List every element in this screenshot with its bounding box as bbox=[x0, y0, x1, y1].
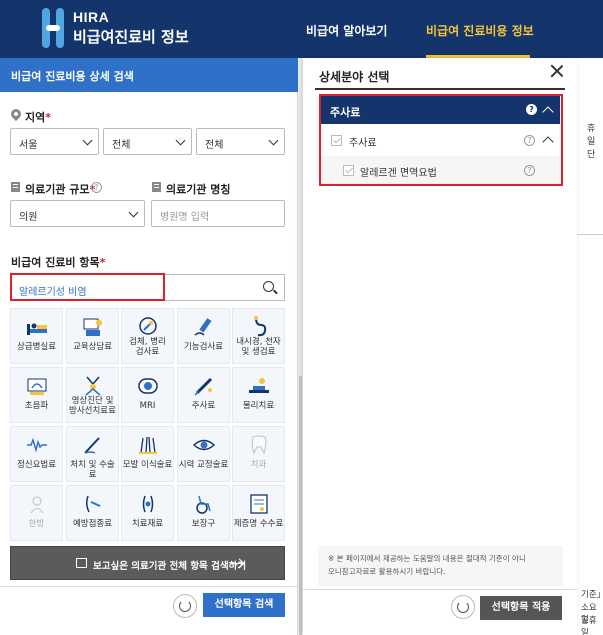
help-icon[interactable]: ? bbox=[91, 182, 102, 193]
category-certificate[interactable]: 제증명 수수료 bbox=[232, 485, 285, 541]
category-imaging[interactable]: 영상진단 및 방사선치료료 bbox=[66, 367, 119, 423]
vaccine-icon bbox=[85, 495, 101, 513]
region-district-select[interactable]: 전체 bbox=[103, 128, 192, 155]
hospital-bed-icon bbox=[27, 323, 47, 335]
herbal-icon bbox=[30, 496, 44, 514]
category-surgery[interactable]: 처치 및 수술료 bbox=[66, 426, 119, 482]
search-panel: 비급여 진료비용 상세 검색 지역* 서울 전체 전체 의료기관 규모* ? 의… bbox=[0, 58, 298, 635]
scale-select[interactable]: 의원 bbox=[10, 200, 145, 227]
eye-icon bbox=[192, 439, 216, 451]
category-injection[interactable]: 주사료 bbox=[177, 367, 230, 423]
category-materials[interactable]: 치료재료 bbox=[121, 485, 174, 541]
footer-divider bbox=[0, 586, 298, 587]
category-hair-transplant[interactable]: 모발 이식술료 bbox=[121, 426, 174, 482]
category-vaccination[interactable]: 예방접종료 bbox=[66, 485, 119, 541]
building-icon bbox=[11, 182, 20, 192]
certificate-icon bbox=[250, 494, 268, 514]
syringe-icon bbox=[194, 377, 213, 396]
region-label: 지역* bbox=[25, 111, 52, 124]
consultation-icon bbox=[83, 318, 102, 336]
search-icon[interactable] bbox=[263, 281, 274, 292]
endoscope-icon bbox=[254, 316, 267, 337]
document-icon bbox=[76, 558, 87, 568]
category-education[interactable]: 교육상담료 bbox=[66, 308, 119, 364]
category-room-fee[interactable]: 상급병실료 bbox=[10, 308, 63, 364]
category-endoscopy[interactable]: 내시경, 천자 및 생검료 bbox=[232, 308, 285, 364]
background-page: 휴일단 기준」 소요일 공휴일 bbox=[577, 58, 603, 635]
category-grid: 상급병실료 교육상담료 검체, 병리 검사료 기능검사료 내시경, 천자 및 생… bbox=[10, 308, 285, 541]
highlight-box bbox=[10, 273, 165, 301]
category-ultrasound[interactable]: 초음파 bbox=[10, 367, 63, 423]
apply-selected-button[interactable]: 선택항목 적용 bbox=[480, 596, 562, 620]
building-icon bbox=[152, 182, 161, 192]
location-pin-icon bbox=[8, 106, 24, 122]
nav-learn-noncovered[interactable]: 비급여 알아보기 bbox=[306, 22, 387, 39]
region-area-select[interactable]: 전체 bbox=[196, 128, 285, 155]
site-header: HIRA 비급여진료비 정보 비급여 알아보기 비급여 진료비용 정보 bbox=[0, 0, 603, 58]
category-psychotherapy[interactable]: 정신요법료 bbox=[10, 426, 63, 482]
chevron-down-icon bbox=[128, 207, 139, 218]
medical-material-icon bbox=[142, 495, 154, 513]
mri-icon bbox=[138, 378, 158, 394]
brainwave-icon bbox=[27, 437, 47, 453]
scrollbar-thumb[interactable] bbox=[299, 376, 302, 635]
tooth-icon bbox=[251, 435, 267, 455]
test-tube-icon bbox=[194, 318, 212, 336]
institution-name-input[interactable]: 병원명 입력 bbox=[151, 200, 285, 227]
search-selected-button[interactable]: 선택항목 검색 bbox=[203, 593, 285, 617]
wheelchair-icon bbox=[196, 495, 211, 514]
region-city-select[interactable]: 서울 bbox=[10, 128, 99, 155]
category-physical-therapy[interactable]: 물리치료 bbox=[232, 367, 285, 423]
physical-therapy-icon bbox=[249, 378, 269, 393]
modal-title-divider bbox=[315, 88, 565, 90]
scale-label: 의료기관 규모* bbox=[25, 183, 96, 196]
detail-field-modal: 상세분야 선택 주사료 ? 주사료 ? 알레르겐 면역요법 ? ※ 본 페이지에… bbox=[303, 58, 577, 635]
brand-korean[interactable]: 비급여진료비 정보 bbox=[73, 26, 189, 47]
close-icon[interactable] bbox=[550, 64, 564, 78]
radiation-icon bbox=[85, 376, 101, 396]
hira-logo-icon[interactable] bbox=[40, 8, 66, 48]
chevron-down-icon bbox=[175, 135, 186, 146]
search-all-items-button[interactable]: 보고싶은 의료기관 전체 항목 검색하기 bbox=[10, 546, 285, 580]
ultrasound-icon bbox=[27, 378, 47, 395]
highlight-box bbox=[319, 94, 563, 186]
brand-english[interactable]: HIRA bbox=[73, 9, 109, 25]
category-assistive[interactable]: 보장구 bbox=[177, 485, 230, 541]
items-label: 비급여 진료비 항목* bbox=[11, 256, 106, 269]
microscope-icon bbox=[139, 317, 157, 335]
category-vision-correction[interactable]: 시력 교정술료 bbox=[177, 426, 230, 482]
reset-icon[interactable] bbox=[451, 595, 475, 619]
institution-name-label: 의료기관 명칭 bbox=[166, 183, 231, 196]
panel-title: 비급여 진료비용 상세 검색 bbox=[0, 58, 298, 92]
arrow-right-icon bbox=[232, 563, 243, 564]
category-dental[interactable]: 치과 bbox=[232, 426, 285, 482]
scalpel-icon bbox=[84, 437, 100, 454]
category-function-test[interactable]: 기능검사료 bbox=[177, 308, 230, 364]
nav-noncovered-cost[interactable]: 비급여 진료비용 정보 bbox=[426, 22, 534, 39]
category-mri[interactable]: MRI bbox=[121, 367, 174, 423]
modal-footer-divider bbox=[303, 589, 577, 590]
modal-title: 상세분야 선택 bbox=[319, 70, 390, 84]
reset-icon[interactable] bbox=[173, 594, 197, 618]
chevron-down-icon bbox=[82, 135, 93, 146]
category-specimen[interactable]: 검체, 병리 검사료 bbox=[121, 308, 174, 364]
background-text: 휴일단 bbox=[587, 124, 596, 160]
hair-icon bbox=[139, 436, 157, 454]
chevron-down-icon bbox=[268, 135, 279, 146]
disclaimer-note: ※ 본 페이지에서 제공하는 도움말의 내용은 절대적 기준이 아니 오니참고자… bbox=[318, 546, 563, 586]
category-oriental[interactable]: 한방 bbox=[10, 485, 63, 541]
